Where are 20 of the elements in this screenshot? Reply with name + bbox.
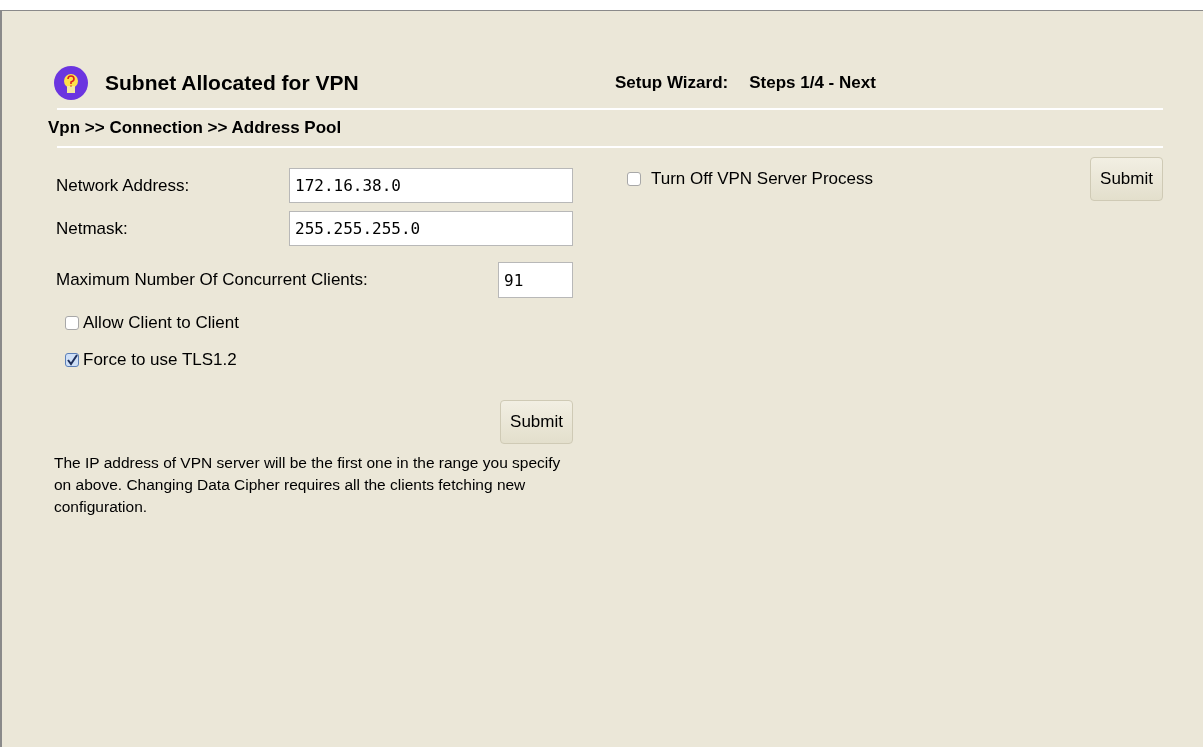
- checkbox-label: Force to use TLS1.2: [83, 348, 237, 371]
- field-label: Maximum Number Of Concurrent Clients:: [56, 269, 368, 292]
- field-label: Netmask:: [56, 217, 128, 240]
- checkbox-label: Turn Off VPN Server Process: [651, 168, 873, 191]
- checkbox[interactable]: [65, 352, 79, 367]
- submit-button[interactable]: Submit: [1090, 157, 1163, 201]
- wizard-label: Setup Wizard:: [615, 72, 729, 95]
- checkbox[interactable]: [65, 315, 79, 330]
- page-title: Subnet Allocated for VPN: [105, 70, 360, 97]
- lightbulb-icon: [54, 66, 88, 100]
- number-field[interactable]: 91: [498, 262, 573, 298]
- field-label: Network Address:: [56, 174, 190, 197]
- text-field[interactable]: 172.16.38.0: [289, 168, 573, 203]
- checkbox[interactable]: [627, 172, 641, 186]
- text-field[interactable]: 255.255.255.0: [289, 211, 573, 246]
- wizard-steps-link[interactable]: Steps 1/4 - Next: [749, 70, 876, 96]
- info-text: The IP address of VPN server will be the first one in the range you specify on above. Changing Data Cipher requires all the clients fetching new configuration.: [54, 453, 562, 517]
- submit-button[interactable]: Submit: [500, 400, 573, 444]
- checkbox-label: Allow Client to Client: [83, 311, 239, 334]
- breadcrumb: Vpn >> Connection >> Address Pool: [48, 117, 343, 140]
